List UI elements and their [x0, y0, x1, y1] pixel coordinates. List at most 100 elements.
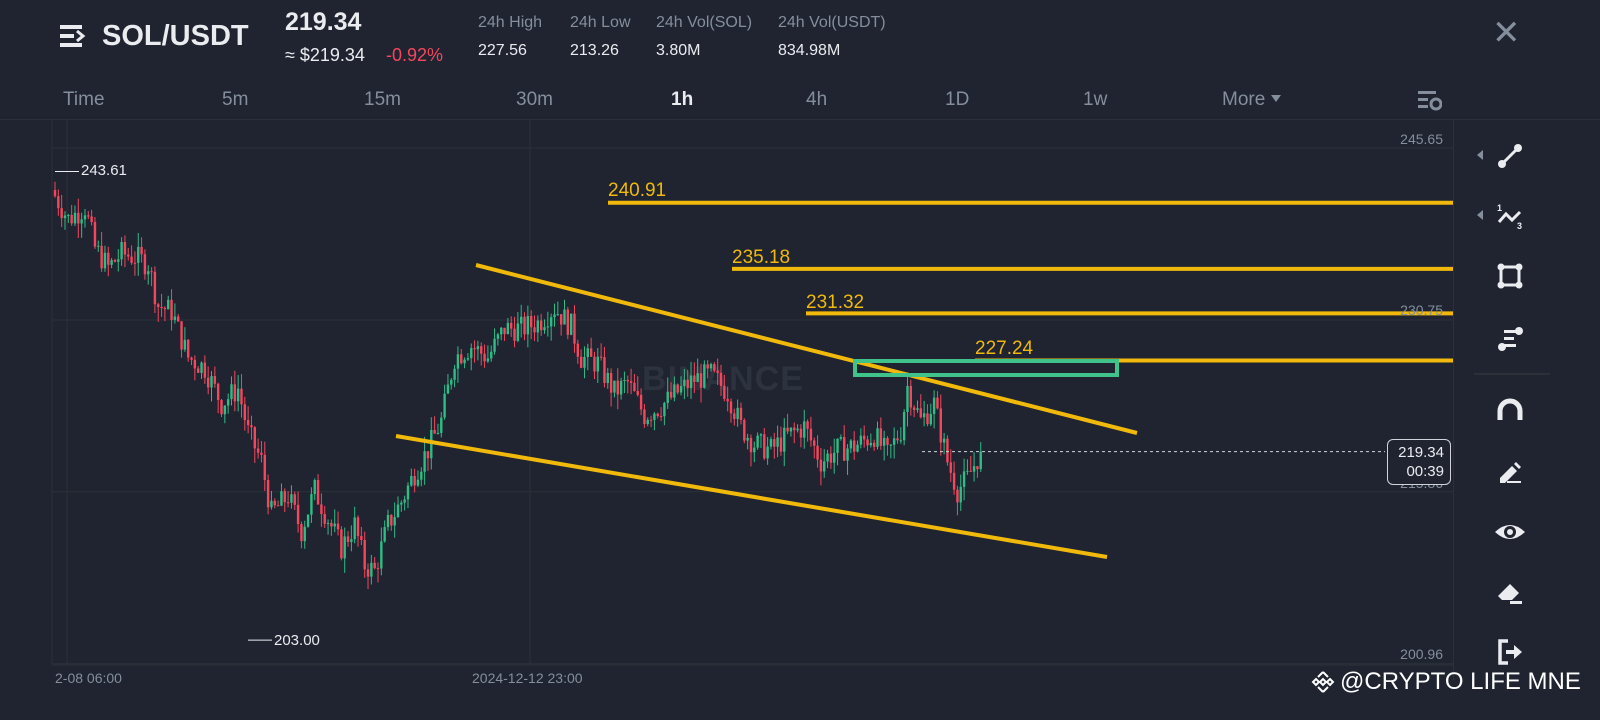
candle-body — [916, 408, 919, 410]
candle-body — [783, 427, 786, 452]
candle-body — [606, 372, 609, 384]
candle-body — [476, 346, 480, 350]
candle-body — [93, 222, 97, 247]
candle-body — [67, 214, 70, 216]
candle-body — [73, 212, 77, 224]
current-price: 219.34 — [1398, 444, 1444, 461]
level-label: 240.91 — [608, 180, 667, 201]
fib-icon[interactable]: 13 — [1492, 198, 1528, 234]
candle-body — [759, 434, 763, 436]
candle-body — [846, 448, 849, 461]
candle-body — [360, 536, 363, 540]
expand-arrow-icon[interactable] — [1477, 150, 1483, 160]
candle-body — [310, 494, 313, 515]
candle-body — [473, 348, 476, 350]
candle-body — [350, 539, 353, 543]
eraser-icon[interactable] — [1492, 574, 1528, 610]
candle-body — [959, 486, 962, 503]
candle-body — [829, 453, 833, 463]
candle-body — [566, 309, 570, 335]
candle-body — [856, 444, 859, 452]
candle-body — [922, 413, 926, 418]
candle-body — [516, 323, 520, 341]
candle-body — [410, 475, 413, 486]
candle-body — [293, 494, 296, 505]
magnet-icon[interactable] — [1492, 394, 1528, 430]
candle-body — [113, 260, 117, 262]
candle-body — [520, 316, 523, 324]
candle-body — [619, 380, 623, 395]
candle-body — [926, 413, 929, 425]
candle-body — [793, 427, 796, 431]
candle-body — [579, 356, 583, 368]
candle-body — [236, 388, 240, 402]
rectangle-icon[interactable] — [1492, 258, 1528, 294]
candle-body — [639, 394, 643, 410]
candle-body — [153, 271, 157, 305]
candle-body — [683, 379, 686, 387]
candle-body — [813, 440, 816, 446]
candle-body — [420, 471, 423, 480]
candle-body — [906, 385, 909, 413]
candle-body — [696, 373, 699, 383]
candle-body — [336, 523, 340, 530]
candle-body — [413, 475, 416, 486]
eye-icon[interactable] — [1492, 514, 1528, 550]
candle-body — [120, 242, 123, 260]
candle-body — [833, 452, 836, 463]
candle-body — [653, 413, 656, 420]
candle-body — [100, 245, 103, 269]
candle-body — [549, 317, 553, 327]
candle-body — [483, 353, 486, 362]
candle-body — [636, 391, 639, 395]
candle-body — [523, 316, 526, 335]
candle-body — [789, 427, 793, 432]
candle-body — [423, 451, 426, 472]
candle-body — [966, 470, 969, 472]
candle-body — [180, 321, 183, 350]
candle-body — [463, 359, 466, 364]
candle-body — [137, 246, 140, 263]
candle-body — [480, 346, 483, 354]
candle-body — [882, 437, 886, 446]
candle-body — [273, 500, 276, 506]
levels-icon[interactable] — [1492, 320, 1528, 356]
candle-body — [143, 254, 147, 275]
exit-icon[interactable] — [1492, 634, 1528, 670]
candle-body — [270, 500, 273, 508]
candle-body — [819, 459, 823, 472]
candle-body — [583, 356, 586, 368]
candle-body — [406, 485, 410, 500]
candle-body — [536, 320, 540, 333]
candle-body — [290, 494, 293, 503]
candle-body — [969, 470, 972, 472]
candle-body — [899, 440, 903, 442]
candle-body — [769, 439, 773, 447]
candle-body — [839, 437, 843, 439]
candle-body — [526, 315, 530, 335]
trend-line-icon[interactable] — [1492, 138, 1528, 174]
candle-body — [190, 357, 193, 360]
candle-body — [200, 362, 203, 373]
candle-body — [886, 437, 889, 445]
expand-arrow-icon[interactable] — [1477, 210, 1483, 220]
candlestick-chart[interactable] — [0, 0, 1600, 720]
candle-body — [266, 480, 270, 508]
candle-body — [679, 386, 683, 393]
candle-body — [493, 338, 496, 352]
candle-body — [956, 489, 959, 503]
time-axis-label: 2-08 06:00 — [55, 670, 122, 686]
candle-body — [446, 384, 450, 394]
candle-body — [869, 442, 873, 446]
candle-body — [127, 254, 130, 257]
candle-body — [333, 523, 336, 527]
candle-body — [83, 215, 87, 220]
candle-body — [593, 356, 596, 372]
candle-body — [263, 454, 266, 481]
pencil-icon[interactable] — [1492, 454, 1528, 490]
candle-body — [283, 491, 286, 503]
candle-body — [353, 517, 356, 540]
level-label: 227.24 — [975, 338, 1034, 359]
candle-body — [806, 421, 809, 429]
candle-body — [616, 380, 619, 395]
